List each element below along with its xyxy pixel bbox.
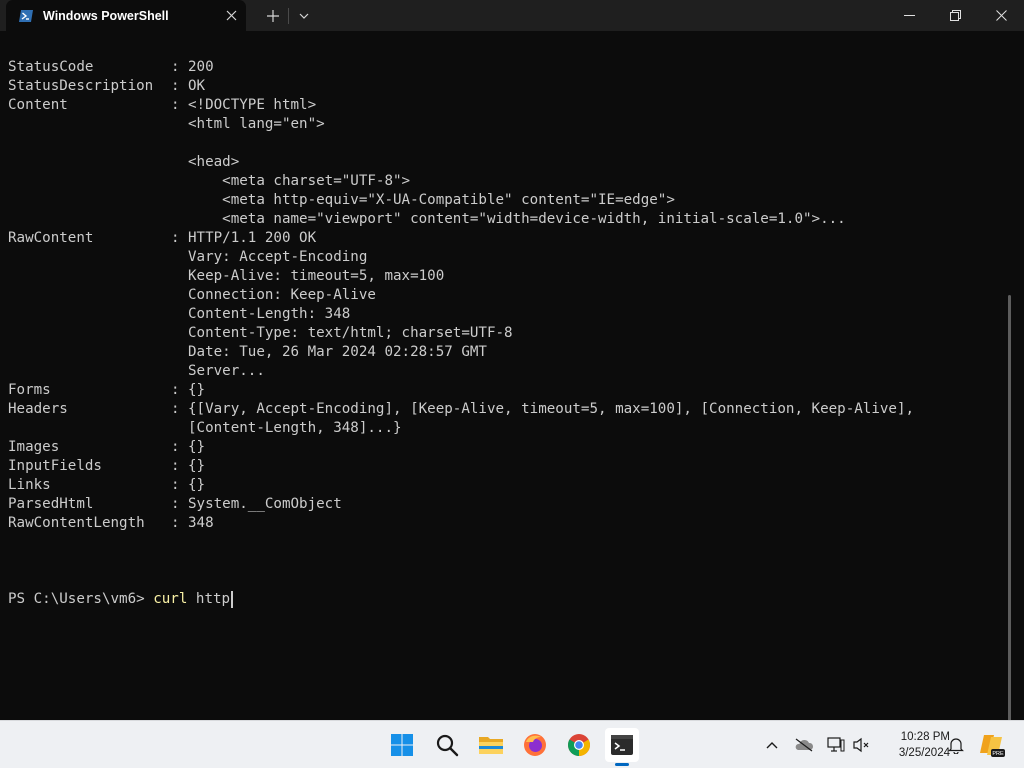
terminal-icon — [611, 735, 633, 755]
property-value-continuation: <html lang="en"> — [188, 116, 325, 132]
tab-windows-powershell[interactable]: Windows PowerShell — [6, 0, 246, 31]
onedrive-button[interactable] — [794, 735, 814, 755]
console-output[interactable]: StatusCode:200 StatusDescription: OK Conten… — [0, 31, 1014, 731]
command-prompt-line[interactable]: PS C:\Users\vm6> curl http — [8, 590, 234, 609]
firefox-button[interactable] — [518, 728, 552, 762]
maximize-button[interactable] — [932, 0, 978, 31]
property-value: {[Vary, Accept-Encoding], [Keep-Alive, t… — [188, 401, 915, 417]
search-icon — [436, 734, 459, 757]
start-button[interactable] — [385, 728, 419, 762]
property-key: InputFields — [8, 458, 102, 474]
property-value: 200 — [188, 59, 214, 75]
network-button[interactable] — [826, 735, 846, 755]
property-value: {} — [188, 458, 206, 474]
property-key: StatusCode — [8, 59, 94, 75]
property-separator: : — [171, 401, 180, 417]
property-key: Links — [8, 477, 51, 493]
clock-date: 3/25/2024 — [898, 747, 950, 759]
taskbar: 10:28 PM 3/25/2024 PRE — [0, 720, 1024, 768]
notifications-button[interactable] — [946, 735, 966, 755]
property-value: {} — [188, 382, 206, 398]
property-separator: : — [171, 78, 180, 94]
property-separator: : — [171, 458, 180, 474]
plus-icon — [267, 9, 279, 22]
show-hidden-icons-button[interactable] — [762, 735, 782, 755]
close-tab-button[interactable] — [216, 0, 246, 31]
property-value-continuation: Content-Length: 348 — [188, 306, 351, 322]
chrome-button[interactable] — [562, 728, 596, 762]
command-text: curl — [153, 591, 188, 607]
property-value: HTTP/1.1 200 OK — [188, 230, 317, 246]
title-bar: Windows PowerShell — [0, 0, 1024, 31]
property-value-continuation: <head> — [188, 154, 240, 170]
property-separator: : — [171, 97, 180, 113]
property-separator: : — [171, 477, 180, 493]
property-value: OK — [188, 78, 206, 94]
property-separator: : — [171, 496, 180, 512]
firefox-icon — [524, 734, 546, 756]
volume-muted-icon — [853, 737, 869, 753]
minimize-icon — [903, 15, 915, 16]
property-value: 348 — [188, 515, 214, 531]
copilot-button[interactable]: PRE — [978, 731, 1006, 759]
restore-icon — [949, 10, 961, 21]
property-separator: : — [171, 230, 180, 246]
property-separator: : — [171, 59, 180, 75]
property-key: Headers — [8, 401, 68, 417]
property-value-continuation: <meta http-equiv="X-UA-Compatible" conte… — [188, 192, 675, 208]
property-separator: : — [171, 439, 180, 455]
property-key: Content — [8, 97, 68, 113]
close-window-button[interactable] — [978, 0, 1024, 31]
active-indicator — [615, 763, 629, 766]
property-value: System.__ComObject — [188, 496, 342, 512]
search-button[interactable] — [430, 728, 464, 762]
bell-icon — [948, 738, 964, 754]
close-icon — [995, 10, 1007, 21]
clock-time: 10:28 PM — [900, 731, 950, 743]
volume-button[interactable] — [852, 735, 872, 755]
network-icon — [827, 737, 845, 752]
property-value: {} — [188, 477, 206, 493]
property-value-continuation: Date: Tue, 26 Mar 2024 02:28:57 GMT — [188, 344, 487, 360]
chevron-down-icon — [299, 13, 309, 19]
property-value: <!DOCTYPE html> — [188, 97, 317, 113]
property-key: Images — [8, 439, 60, 455]
property-value-continuation: [Content-Length, 348]...} — [188, 420, 402, 436]
copilot-badge: PRE — [992, 751, 1004, 757]
cloud-offline-icon — [795, 738, 814, 752]
property-key: RawContentLength — [8, 515, 145, 531]
chevron-up-icon — [766, 742, 778, 749]
new-tab-button[interactable] — [258, 0, 288, 31]
property-value-continuation: Server... — [188, 363, 265, 379]
prompt: PS C:\Users\vm6> — [8, 591, 154, 607]
property-value-continuation: <meta name="viewport" content="width=dev… — [188, 211, 846, 227]
property-value-continuation: Keep-Alive: timeout=5, max=100 — [188, 268, 445, 284]
copilot-icon: PRE — [980, 735, 1005, 757]
property-value-continuation: Vary: Accept-Encoding — [188, 249, 368, 265]
property-value-continuation: Content-Type: text/html; charset=UTF-8 — [188, 325, 513, 341]
command-argument: http — [187, 591, 231, 607]
property-key: ParsedHtml — [8, 496, 94, 512]
scrollbar-thumb[interactable] — [1008, 295, 1011, 731]
powershell-icon — [18, 8, 34, 24]
file-explorer-icon — [479, 737, 503, 754]
property-value: {} — [188, 439, 206, 455]
tab-title: Windows PowerShell — [43, 8, 169, 23]
minimize-button[interactable] — [886, 0, 932, 31]
terminal-taskbar-button[interactable] — [605, 728, 639, 766]
close-icon — [226, 10, 236, 21]
file-explorer-button[interactable] — [474, 728, 508, 762]
system-clock[interactable]: 10:28 PM 3/25/2024 — [880, 729, 950, 761]
property-value-continuation: <meta charset="UTF-8"> — [188, 173, 411, 189]
text-cursor — [231, 590, 234, 608]
chrome-icon — [568, 734, 590, 756]
property-separator: : — [171, 382, 180, 398]
property-value-continuation: Connection: Keep-Alive — [188, 287, 376, 303]
property-key: RawContent — [8, 230, 94, 246]
property-key: StatusDescription — [8, 78, 154, 94]
windows-start-icon — [391, 734, 413, 756]
property-key: Forms — [8, 382, 51, 398]
tab-dropdown-button[interactable] — [289, 0, 319, 31]
property-separator: : — [171, 515, 180, 531]
